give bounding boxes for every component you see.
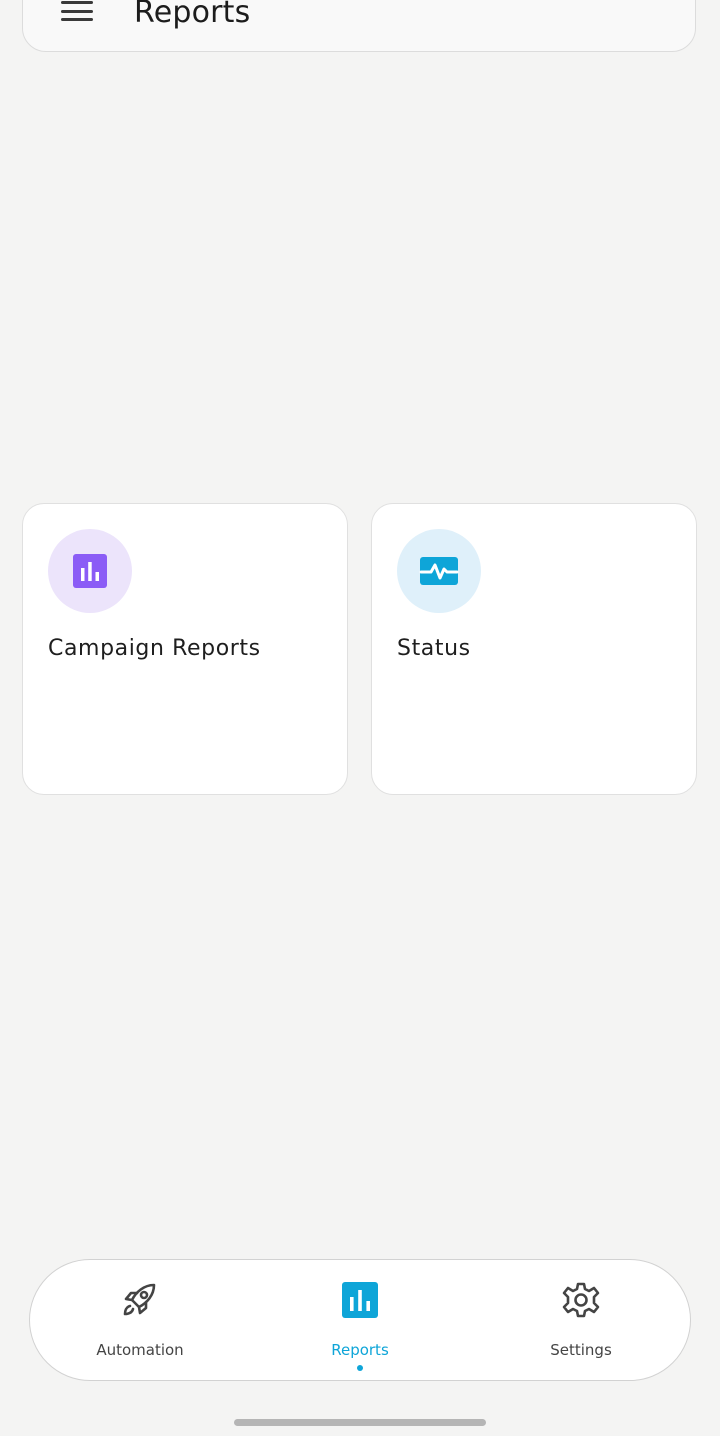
active-indicator-dot <box>357 1365 363 1371</box>
status-card[interactable]: Status <box>371 503 697 795</box>
bottom-navigation: Automation Reports Settings <box>29 1259 691 1381</box>
nav-label: Reports <box>331 1341 389 1359</box>
pulse-monitor-icon <box>419 557 459 585</box>
nav-item-automation[interactable]: Automation <box>60 1260 220 1380</box>
home-indicator[interactable] <box>234 1419 486 1426</box>
nav-label: Automation <box>96 1341 184 1359</box>
nav-item-settings[interactable]: Settings <box>501 1260 661 1380</box>
bar-chart-icon <box>73 554 107 588</box>
gear-icon <box>562 1282 600 1318</box>
rocket-icon <box>123 1283 156 1316</box>
page-title: Reports <box>134 0 251 30</box>
card-label: Campaign Reports <box>48 636 261 661</box>
campaign-reports-icon-badge <box>48 529 132 613</box>
hamburger-menu-icon[interactable] <box>61 1 93 21</box>
bar-chart-icon <box>342 1282 378 1318</box>
card-label: Status <box>397 636 471 661</box>
nav-item-reports[interactable]: Reports <box>280 1260 440 1380</box>
campaign-reports-card[interactable]: Campaign Reports <box>22 503 348 795</box>
nav-label: Settings <box>550 1341 612 1359</box>
top-app-bar: Reports <box>22 0 696 52</box>
status-icon-badge <box>397 529 481 613</box>
